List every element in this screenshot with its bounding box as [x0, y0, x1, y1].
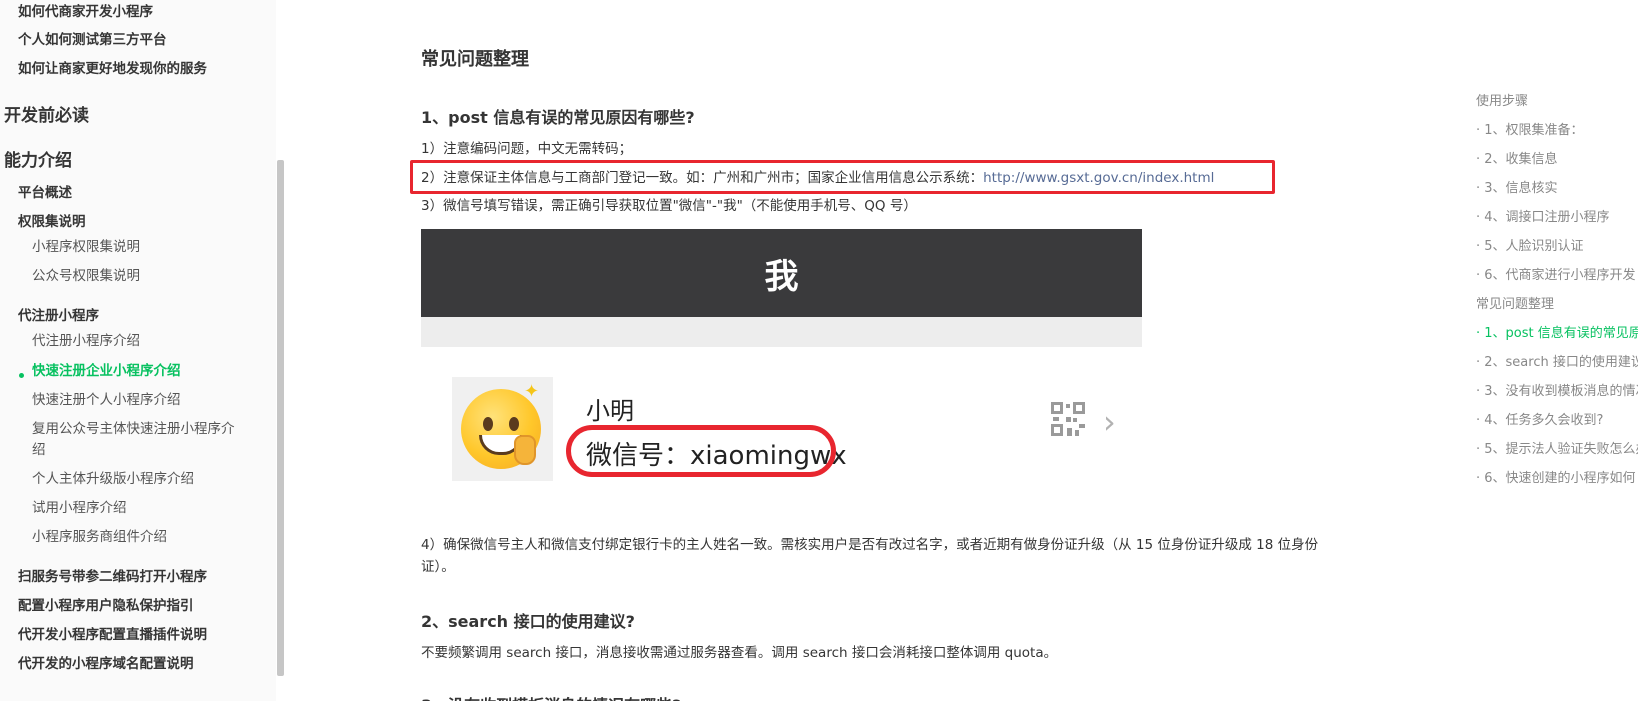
- toc-item-step-3[interactable]: · 3、信息核实: [1476, 177, 1558, 196]
- toc-item-step-6[interactable]: · 6、代商家进行小程序开发: [1476, 264, 1636, 283]
- question-1-title: 1、post 信息有误的常见原因有哪些?: [421, 108, 695, 127]
- highlight-box-annotation: [410, 160, 1275, 194]
- toc-item-faq-6[interactable]: · 6、快速创建的小程序如何: [1476, 467, 1636, 486]
- chevron-right-icon: ›: [1103, 403, 1116, 441]
- toc-item-faq-5[interactable]: · 5、提示法人验证失败怎么办: [1476, 438, 1638, 457]
- toc-item-step-5[interactable]: · 5、人脸识别认证: [1476, 235, 1584, 254]
- sidebar-item-perm-mini[interactable]: 小程序权限集说明: [32, 235, 140, 255]
- wechat-id-highlight-oval: [566, 425, 836, 477]
- screenshot-separator: [421, 317, 1142, 347]
- sidebar-section-ability[interactable]: 能力介绍: [4, 146, 72, 171]
- sidebar-scrollbar[interactable]: [277, 160, 284, 676]
- section-title-faq: 常见问题整理: [421, 49, 529, 70]
- sidebar-item-discover-service[interactable]: 如何让商家更好地发现你的服务: [18, 57, 207, 77]
- toc-item-step-4[interactable]: · 4、调接口注册小程序: [1476, 206, 1610, 225]
- left-sidebar-nav: 如何代商家开发小程序 个人如何测试第三方平台 如何让商家更好地发现你的服务 开发…: [0, 0, 276, 701]
- toc-item-faq[interactable]: 常见问题整理: [1476, 293, 1554, 312]
- screenshot-header: 我: [421, 229, 1142, 317]
- sidebar-item-reg-intro[interactable]: 代注册小程序介绍: [32, 329, 140, 349]
- q1-point-3: 3）微信号填写错误，需正确引导获取位置"微信"-"我"（不能使用手机号、QQ 号…: [421, 198, 917, 214]
- toc-item-faq-1[interactable]: · 1、post 信息有误的常见原因: [1476, 322, 1638, 341]
- sidebar-item-overview[interactable]: 平台概述: [18, 181, 72, 201]
- sidebar-item-scan-qr[interactable]: 扫服务号带参二维码打开小程序: [18, 565, 207, 585]
- sidebar-item-domain[interactable]: 代开发的小程序域名配置说明: [18, 652, 194, 672]
- q1-point-1: 1）注意编码问题，中文无需转码；: [421, 141, 633, 157]
- sidebar-item-personal-upgrade[interactable]: 个人主体升级版小程序介绍: [32, 467, 194, 487]
- sidebar-item-permissions[interactable]: 权限集说明: [18, 210, 86, 230]
- q1-point-4: 4）确保微信号主人和微信支付绑定银行卡的主人姓名一致。需核实用户是否有改过名字，…: [421, 537, 1319, 553]
- qr-code-icon: [1051, 402, 1085, 436]
- doc-page: 如何代商家开发小程序 个人如何测试第三方平台 如何让商家更好地发现你的服务 开发…: [0, 0, 1638, 701]
- sidebar-item-privacy[interactable]: 配置小程序用户隐私保护指引: [18, 594, 194, 614]
- sidebar-item-dev-for-merchant[interactable]: 如何代商家开发小程序: [18, 0, 153, 20]
- sidebar-item-reuse-official[interactable]: 复用公众号主体快速注册小程序介: [32, 417, 235, 437]
- sidebar-item-trial[interactable]: 试用小程序介绍: [32, 496, 127, 516]
- toc-item-step-2[interactable]: · 2、收集信息: [1476, 148, 1558, 167]
- emoji-eye-left: [483, 417, 493, 431]
- sidebar-item-live-plugin[interactable]: 代开发小程序配置直播插件说明: [18, 623, 207, 643]
- sidebar-item-perm-official[interactable]: 公众号权限集说明: [32, 264, 140, 284]
- toc-item-steps[interactable]: 使用步骤: [1476, 90, 1528, 109]
- profile-name: 小明: [586, 397, 634, 425]
- sidebar-item-register[interactable]: 代注册小程序: [18, 304, 99, 324]
- toc-item-faq-3[interactable]: · 3、没有收到模板消息的情况: [1476, 380, 1638, 399]
- wechat-profile-screenshot: 我 ✦ 小明 微信号：xiaomingwx ›: [421, 229, 1142, 501]
- right-toc: 使用步骤 · 1、权限集准备： · 2、收集信息 · 3、信息核实 · 4、调接…: [1466, 0, 1638, 701]
- question-3-title: 3、没有收到模板消息的情况有哪些?: [421, 692, 681, 701]
- q1-point-4-cont: 证）。: [421, 559, 455, 575]
- toc-item-faq-4[interactable]: · 4、任务多久会收到?: [1476, 409, 1603, 428]
- sidebar-item-fast-personal[interactable]: 快速注册个人小程序介绍: [32, 388, 181, 408]
- active-indicator-dot: [19, 373, 24, 378]
- sidebar-item-service-component[interactable]: 小程序服务商组件介绍: [32, 525, 167, 545]
- emoji-eye-right: [509, 417, 519, 431]
- sidebar-section-dev-must-read[interactable]: 开发前必读: [4, 101, 89, 126]
- sidebar-item-fast-enterprise[interactable]: 快速注册企业小程序介绍: [32, 359, 181, 379]
- question-2-title: 2、search 接口的使用建议?: [421, 612, 635, 631]
- sidebar-item-reuse-official-cont[interactable]: 绍: [32, 438, 46, 458]
- avatar: ✦: [452, 377, 553, 481]
- screenshot-profile-card: ✦ 小明 微信号：xiaomingwx ›: [421, 347, 1142, 501]
- toc-item-step-1[interactable]: · 1、权限集准备：: [1476, 119, 1584, 138]
- q2-point-1: 不要频繁调用 search 接口，消息接收需通过服务器查看。调用 search …: [421, 645, 1058, 661]
- toc-item-faq-2[interactable]: · 2、search 接口的使用建议: [1476, 351, 1638, 370]
- sidebar-item-test-platform[interactable]: 个人如何测试第三方平台: [18, 28, 167, 48]
- screenshot-header-title: 我: [764, 257, 799, 297]
- sparkle-icon: ✦: [524, 381, 540, 402]
- thumbs-up-icon: [514, 435, 536, 465]
